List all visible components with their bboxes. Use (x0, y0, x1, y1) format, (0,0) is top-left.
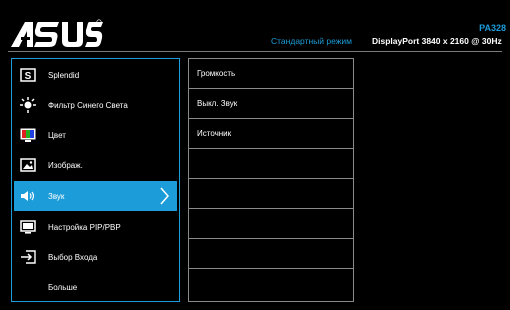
chevron-right-icon (159, 187, 169, 210)
menu-item-label: Выбор Входа (48, 252, 98, 262)
submenu-empty-row (189, 239, 353, 269)
menu-item-splendid[interactable]: S Splendid (14, 61, 177, 89)
menu-item-label: Цвет (48, 130, 66, 140)
submenu-empty-row (189, 209, 353, 239)
menu-item-label: Фильтр Синего Света (48, 100, 128, 110)
submenu-empty-row (189, 179, 353, 209)
menu-item-blue-light-filter[interactable]: Фильтр Синего Света (14, 91, 177, 119)
blue-light-icon (20, 97, 36, 113)
menu-item-sound[interactable]: Звук (14, 181, 177, 211)
menu-item-input-select[interactable]: Выбор Входа (14, 243, 177, 271)
submenu-empty-row (189, 149, 353, 179)
menu-item-label: Splendid (48, 70, 80, 80)
model-name: PA328 (479, 23, 506, 33)
splendid-mode-status: Стандартный режим (271, 36, 353, 46)
menu-item-color[interactable]: Цвет (14, 121, 177, 149)
submenu-item-mute[interactable]: Выкл. Звук (189, 89, 353, 119)
splendid-icon: S (20, 67, 36, 83)
menu-item-image[interactable]: Изображ. (14, 151, 177, 179)
submenu-empty-row (189, 269, 353, 301)
asus-logo (11, 19, 103, 47)
main-menu-panel: S Splendid Фильтр Синего Света Цвет Изоб… (11, 58, 180, 302)
input-icon (20, 249, 36, 265)
submenu-panel: Громкость Выкл. Звук Источник (188, 58, 354, 302)
speaker-icon (20, 188, 36, 204)
menu-item-label: Изображ. (48, 160, 83, 170)
pip-icon (20, 219, 36, 235)
submenu-item-source[interactable]: Источник (189, 119, 353, 149)
submenu-item-volume[interactable]: Громкость (189, 59, 353, 89)
menu-item-label: Звук (48, 191, 65, 201)
menu-item-label: Больше (48, 282, 78, 292)
menu-item-pip-pbp[interactable]: Настройка PIP/PBP (14, 213, 177, 241)
header-divider (8, 51, 502, 52)
svg-text:S: S (25, 71, 32, 82)
image-icon (20, 157, 36, 173)
menu-item-label: Настройка PIP/PBP (48, 222, 121, 232)
menu-item-more[interactable]: Больше (14, 273, 177, 301)
color-icon (20, 127, 36, 143)
input-resolution-status: DisplayPort 3840 x 2160 @ 30Hz (372, 36, 502, 46)
